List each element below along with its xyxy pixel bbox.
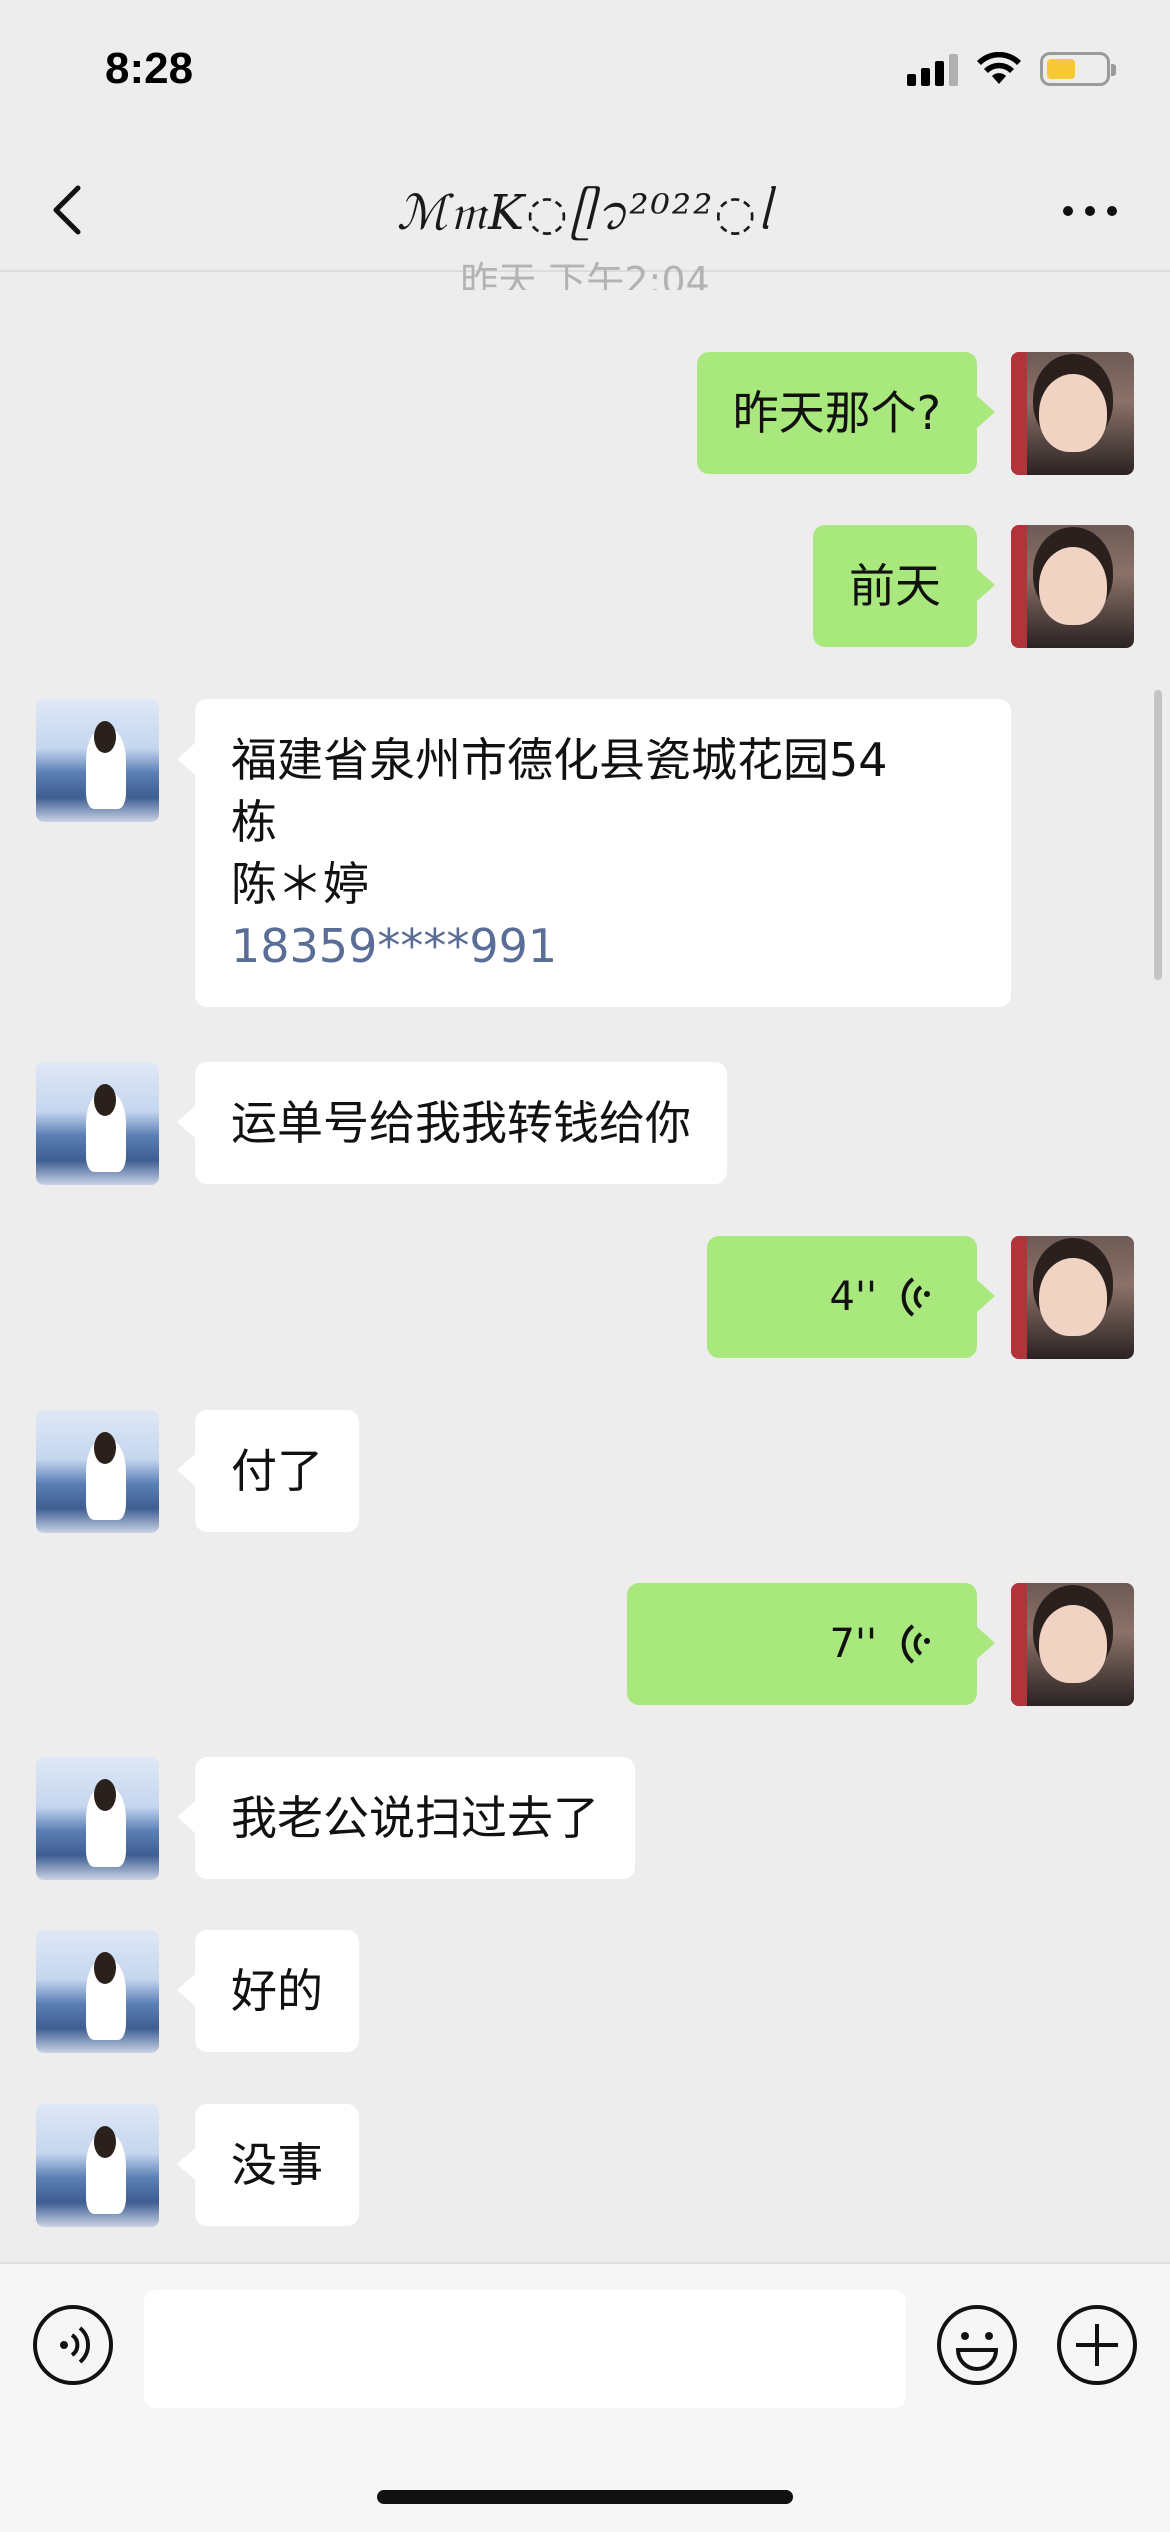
message-row: 7'': [627, 1583, 1134, 1706]
phone-number-link[interactable]: 18359****991: [231, 915, 975, 977]
message-input[interactable]: [144, 2290, 906, 2408]
my-avatar[interactable]: [1011, 525, 1134, 648]
contact-avatar[interactable]: [36, 1930, 159, 2053]
recipient-name: 陈＊婷: [231, 857, 369, 911]
contact-avatar[interactable]: [36, 1062, 159, 1185]
message-row: 没事: [36, 2104, 359, 2227]
message-row: 4'': [707, 1236, 1134, 1359]
voice-message-bubble[interactable]: 7'': [627, 1583, 995, 1705]
plus-icon[interactable]: [1056, 2304, 1138, 2386]
home-indicator[interactable]: [377, 2490, 793, 2504]
battery-icon: [1040, 52, 1116, 86]
message-bubble[interactable]: 前天: [813, 525, 995, 647]
my-avatar[interactable]: [1011, 1236, 1134, 1359]
message-bubble[interactable]: 运单号给我我转钱给你: [177, 1062, 727, 1184]
wifi-icon: [977, 52, 1021, 84]
contact-avatar[interactable]: [36, 2104, 159, 2227]
address-line: 栋: [231, 795, 277, 849]
message-row: 昨天那个?: [696, 352, 1134, 475]
status-icons: [907, 52, 1116, 86]
voice-input-icon[interactable]: [32, 2304, 114, 2386]
voice-wave-icon: [901, 1277, 931, 1317]
message-bubble[interactable]: 昨天那个?: [696, 352, 996, 474]
message-row: 我老公说扫过去了: [36, 1757, 635, 1880]
more-dots-icon[interactable]: [1060, 198, 1120, 224]
voice-wave-icon: [901, 1624, 931, 1664]
contact-avatar[interactable]: [36, 699, 159, 822]
chat-area: 昨天那个? 前天 福建省泉州市德化县瓷城花园54 栋 陈＊婷 18359****…: [0, 272, 1170, 2262]
voice-duration: 4'': [829, 1274, 877, 1320]
voice-message-bubble[interactable]: 4'': [707, 1236, 995, 1358]
message-bubble[interactable]: 付了: [177, 1410, 359, 1532]
message-row: 福建省泉州市德化县瓷城花园54 栋 陈＊婷 18359****991: [36, 699, 1011, 1007]
scrollbar[interactable]: [1154, 690, 1162, 980]
status-time: 8:28: [105, 44, 194, 93]
message-row: 付了: [36, 1410, 359, 1533]
voice-duration: 7'': [829, 1621, 877, 1667]
my-avatar[interactable]: [1011, 1583, 1134, 1706]
message-bubble[interactable]: 福建省泉州市德化县瓷城花园54 栋 陈＊婷 18359****991: [177, 699, 1011, 1007]
contact-avatar[interactable]: [36, 1757, 159, 1880]
contact-avatar[interactable]: [36, 1410, 159, 1533]
cellular-signal-icon: [907, 52, 958, 86]
emoji-icon[interactable]: [936, 2304, 1018, 2386]
status-bar: 8:28: [0, 0, 1170, 150]
message-row: 运单号给我我转钱给你: [36, 1062, 727, 1185]
my-avatar[interactable]: [1011, 352, 1134, 475]
message-bubble[interactable]: 好的: [177, 1930, 359, 2052]
message-row: 前天: [813, 525, 1134, 648]
message-bubble[interactable]: 没事: [177, 2104, 359, 2226]
message-row: 好的: [36, 1930, 359, 2053]
message-bubble[interactable]: 我老公说扫过去了: [177, 1757, 635, 1879]
address-line: 福建省泉州市德化县瓷城花园54: [231, 733, 888, 787]
